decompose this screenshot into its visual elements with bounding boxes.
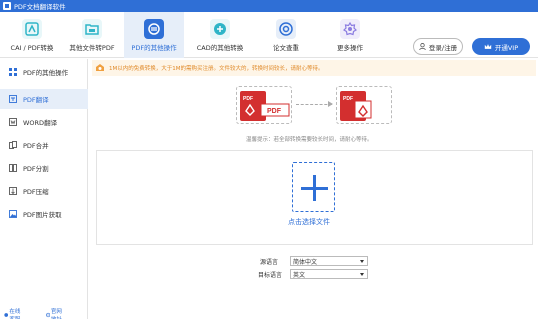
arrow-head bbox=[328, 101, 333, 107]
select-file-label[interactable]: 点击选择文件 bbox=[288, 217, 330, 227]
login-label: 登录/注册 bbox=[428, 43, 458, 52]
vip-label: 开通VIP bbox=[494, 43, 519, 52]
headset-icon bbox=[4, 313, 9, 317]
official-site-link[interactable]: 官网地址 bbox=[45, 307, 78, 319]
sidebar-item-pdf-compress[interactable]: PDF压缩 bbox=[0, 181, 88, 201]
sidebar-item-label: PDF压缩 bbox=[23, 188, 49, 196]
tool-pdf-other-ops[interactable]: PDF的其他操作 bbox=[124, 12, 184, 58]
sidebar-item-word-translate[interactable]: WORD翻译 bbox=[0, 112, 88, 132]
target-lang-label: 目标语言 bbox=[258, 272, 283, 279]
app-icon bbox=[3, 2, 11, 10]
notice-text: 1M以内的免费转换，大于1M的需购买注册。文件较大的，转换时间较长，请耐心等待。 bbox=[109, 66, 324, 72]
cad-convert-icon bbox=[22, 19, 42, 39]
login-register-button[interactable]: 登录/注册 bbox=[413, 38, 463, 55]
source-lang-label: 源语言 bbox=[260, 259, 279, 266]
target-pdf-preview: PDF bbox=[336, 86, 392, 124]
sidebar-item-label: PDF分割 bbox=[23, 165, 49, 173]
source-pdf-preview: PDF PDF bbox=[236, 86, 292, 124]
tool-file-to-pdf[interactable]: 其他文件转PDF bbox=[62, 12, 122, 58]
notice-icon bbox=[95, 63, 105, 73]
title-bar: PDF文档翻译软件 bbox=[0, 0, 538, 12]
sidebar-item-label: WORD翻译 bbox=[23, 119, 58, 127]
chevron-down-icon bbox=[360, 260, 364, 263]
tool-label: 论文查重 bbox=[273, 44, 299, 52]
online-service-link[interactable]: 在线客服 bbox=[4, 307, 36, 319]
source-lang-value: 简体中文 bbox=[293, 258, 318, 266]
window-title: PDF文档翻译软件 bbox=[14, 3, 66, 11]
open-vip-button[interactable]: 开通VIP bbox=[472, 38, 530, 55]
tool-label: CAI / PDF转换 bbox=[10, 44, 54, 52]
pdf-small-label: PDF bbox=[343, 96, 353, 102]
tool-label: 更多操作 bbox=[337, 44, 363, 52]
merge-icon bbox=[9, 141, 17, 149]
sidebar-item-label: PDF翻译 bbox=[23, 96, 49, 104]
pdf-big-label: PDF bbox=[267, 108, 282, 115]
chevron-down-icon bbox=[360, 273, 364, 276]
source-lang-select[interactable]: 简体中文 bbox=[290, 256, 368, 266]
compress-icon bbox=[9, 187, 17, 195]
target-lang-value: 英文 bbox=[293, 271, 306, 279]
tool-label: PDF的其他操作 bbox=[131, 44, 177, 52]
tool-cad-pdf-convert[interactable]: CAI / PDF转换 bbox=[2, 12, 62, 58]
sidebar-item-label: PDF的其他操作 bbox=[23, 69, 69, 77]
file-to-pdf-icon bbox=[82, 19, 102, 39]
tool-label: 其他文件转PDF bbox=[69, 44, 115, 52]
image-icon bbox=[9, 210, 17, 218]
pdf-small-label: PDF bbox=[243, 96, 253, 102]
tool-label: CAD的其他转换 bbox=[196, 44, 244, 52]
globe-icon bbox=[45, 312, 50, 318]
notice-bar: 1M以内的免费转换，大于1M的需购买注册。文件较大的，转换时间较长，请耐心等待。 bbox=[92, 60, 536, 76]
translate-icon bbox=[9, 95, 17, 103]
sidebar-item-pdf-merge[interactable]: PDF合并 bbox=[0, 135, 88, 155]
pdf-file-icon: PDF bbox=[340, 91, 372, 121]
target-lang-select[interactable]: 英文 bbox=[290, 269, 368, 279]
sidebar-item-pdf-other-ops[interactable]: PDF的其他操作 bbox=[0, 62, 88, 82]
sidebar-item-label: PDF图片获取 bbox=[23, 211, 62, 219]
grid-icon bbox=[9, 68, 17, 76]
toolbar: CAI / PDF转换 其他文件转PDF PDF的其他操作 CAD的其他转换 论… bbox=[0, 12, 538, 58]
more-ops-icon bbox=[340, 19, 360, 39]
add-file-button[interactable] bbox=[292, 162, 335, 212]
pdf-file-icon: PDF PDF bbox=[240, 91, 290, 121]
crown-icon bbox=[484, 44, 492, 49]
sidebar-footer: 在线客服 官网地址 bbox=[4, 307, 87, 319]
paper-check-icon bbox=[276, 19, 296, 39]
tip-text: 温馨提示：若全部转换需要较长时间，请耐心等待。 bbox=[246, 137, 373, 143]
user-icon bbox=[419, 43, 426, 50]
tool-more-ops[interactable]: 更多操作 bbox=[320, 12, 380, 58]
sidebar-item-label: PDF合并 bbox=[23, 142, 49, 150]
sidebar-item-pdf-split[interactable]: PDF分割 bbox=[0, 158, 88, 178]
cad-ops-icon bbox=[210, 19, 230, 39]
sidebar-item-pdf-image-extract[interactable]: PDF图片获取 bbox=[0, 204, 88, 224]
word-icon bbox=[9, 118, 17, 126]
tool-cad-other-convert[interactable]: CAD的其他转换 bbox=[190, 12, 250, 58]
sidebar-item-pdf-translate[interactable]: PDF翻译 bbox=[0, 89, 88, 109]
convert-arrow bbox=[296, 104, 332, 105]
sidebar: PDF的其他操作 PDF翻译 WORD翻译 PDF合并 PDF分割 PDF压缩 … bbox=[0, 59, 88, 319]
split-icon bbox=[9, 164, 17, 172]
tool-paper-check[interactable]: 论文查重 bbox=[256, 12, 316, 58]
pdf-ops-icon bbox=[144, 19, 164, 39]
